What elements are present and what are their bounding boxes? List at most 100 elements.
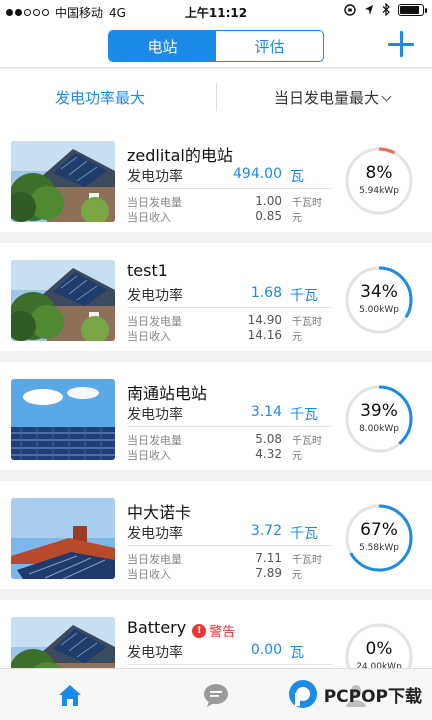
power-unit: 瓦 [290, 645, 304, 661]
energy-unit: 千瓦时 [292, 436, 322, 447]
alert-icon: ! [192, 623, 207, 638]
power-unit: 千瓦 [290, 407, 318, 423]
station-photo [11, 498, 115, 579]
location-icon [365, 4, 373, 15]
income-value: 0.85 [255, 209, 282, 223]
energy-unit: 千瓦时 [292, 317, 322, 328]
power-unit: 千瓦 [290, 526, 318, 542]
income-value: 7.89 [255, 566, 282, 580]
sort-by-energy[interactable]: 当日发电量最大 [232, 87, 432, 108]
capacity-gauge: 39% 8.00kWp [343, 383, 415, 455]
energy-label: 当日发电量 [127, 434, 182, 447]
station-name: zedlital的电站 [127, 142, 233, 166]
status-right [344, 3, 427, 16]
power-label: 发电功率 [127, 169, 183, 185]
station-card[interactable]: zedlital的电站 发电功率 494.00 瓦 当日发电量 1.00 千瓦时… [0, 124, 432, 232]
station-name-text: test1 [127, 261, 168, 280]
energy-value: 7.11 [255, 551, 282, 565]
battery-icon [398, 3, 427, 16]
capacity-gauge: 8% 5.94kWp [343, 145, 415, 217]
segmented-control: 电站 评估 [108, 30, 324, 62]
capacity-gauge: 34% 5.00kWp [343, 264, 415, 336]
income-label: 当日收入 [127, 330, 171, 343]
pcpop-logo-icon [288, 680, 317, 708]
station-name: 中大诺卡 [127, 499, 191, 523]
income-unit: 元 [292, 451, 302, 462]
watermark: PCPOP下载 [288, 679, 422, 709]
energy-unit: 千瓦时 [292, 555, 322, 566]
divider [127, 426, 332, 427]
sort-bar: 发电功率最大 当日发电量最大 [0, 69, 432, 125]
station-card[interactable]: 中大诺卡 发电功率 3.72 千瓦 当日发电量 7.11 千瓦时 当日收入 7.… [0, 481, 432, 589]
income-value: 4.32 [255, 447, 282, 461]
watermark-text: PCPOP下载 [323, 686, 422, 707]
energy-unit: 千瓦时 [292, 198, 322, 209]
power-unit: 瓦 [290, 169, 304, 185]
gauge-percent: 8% [365, 163, 393, 183]
tab-bar: PCPOP下载 [0, 668, 432, 720]
capacity-gauge: 67% 5.58kWp [343, 502, 415, 574]
energy-value: 5.08 [255, 432, 282, 446]
station-name-text: 中大诺卡 [127, 503, 192, 522]
power-label: 发电功率 [127, 645, 183, 661]
divider [127, 188, 332, 189]
gauge-capacity: 5.00kWp [359, 305, 399, 315]
income-unit: 元 [292, 332, 302, 343]
bluetooth-icon [382, 3, 390, 16]
station-photo [11, 141, 115, 222]
station-photo [11, 379, 115, 460]
income-value: 14.16 [247, 328, 282, 342]
divider [127, 307, 332, 308]
energy-value: 14.90 [247, 313, 282, 327]
chat-icon[interactable] [202, 681, 230, 709]
income-label: 当日收入 [127, 211, 171, 224]
energy-label: 当日发电量 [127, 553, 182, 566]
income-unit: 元 [292, 213, 302, 224]
power-label: 发电功率 [127, 526, 183, 542]
gauge-percent: 39% [360, 401, 398, 421]
tab-evaluation[interactable]: 评估 [216, 31, 323, 61]
warning-badge: ! 警告 [192, 621, 235, 640]
gauge-capacity: 5.94kWp [359, 186, 399, 196]
warning-text: 警告 [209, 625, 236, 640]
sort-divider [216, 83, 217, 111]
gauge-percent: 34% [360, 282, 398, 302]
gauge-percent: 67% [360, 520, 398, 540]
station-photo [11, 260, 115, 341]
income-label: 当日收入 [127, 568, 171, 581]
power-value: 0.00 [250, 642, 282, 658]
rotation-lock-icon [344, 3, 356, 16]
station-card[interactable]: 南通站电站 发电功率 3.14 千瓦 当日发电量 5.08 千瓦时 当日收入 4… [0, 362, 432, 470]
station-name: Battery! 警告 [127, 618, 235, 640]
tab-station[interactable]: 电站 [109, 31, 216, 61]
home-icon[interactable] [56, 681, 84, 709]
income-label: 当日收入 [127, 449, 171, 462]
energy-label: 当日发电量 [127, 315, 182, 328]
station-name-text: 南通站电站 [127, 384, 208, 403]
gauge-capacity: 8.00kWp [359, 424, 399, 434]
sort-by-energy-label: 当日发电量最大 [273, 89, 379, 107]
power-label: 发电功率 [127, 407, 183, 423]
power-value: 494.00 [233, 166, 282, 182]
energy-label: 当日发电量 [127, 196, 182, 209]
divider [127, 664, 332, 665]
station-name: 南通站电站 [127, 380, 207, 404]
chevron-down-icon [381, 91, 392, 102]
station-name-text: Battery [127, 618, 187, 637]
power-value: 3.72 [250, 523, 282, 539]
sort-by-power[interactable]: 发电功率最大 [0, 87, 200, 108]
plus-icon[interactable] [388, 31, 414, 57]
nav-bar: 电站 评估 [0, 22, 432, 68]
power-label: 发电功率 [127, 288, 183, 304]
status-bar: 中国移动 4G 上午11:12 [0, 0, 432, 22]
power-value: 1.68 [250, 285, 282, 301]
gauge-percent: 0% [365, 639, 393, 659]
power-value: 3.14 [250, 404, 282, 420]
gauge-capacity: 5.58kWp [359, 543, 399, 553]
station-name: test1 [127, 261, 168, 280]
station-name-text: zedlital的电站 [127, 146, 233, 165]
energy-value: 1.00 [255, 194, 282, 208]
power-unit: 千瓦 [290, 288, 318, 304]
divider [127, 545, 332, 546]
station-card[interactable]: test1 发电功率 1.68 千瓦 当日发电量 14.90 千瓦时 当日收入 … [0, 243, 432, 351]
